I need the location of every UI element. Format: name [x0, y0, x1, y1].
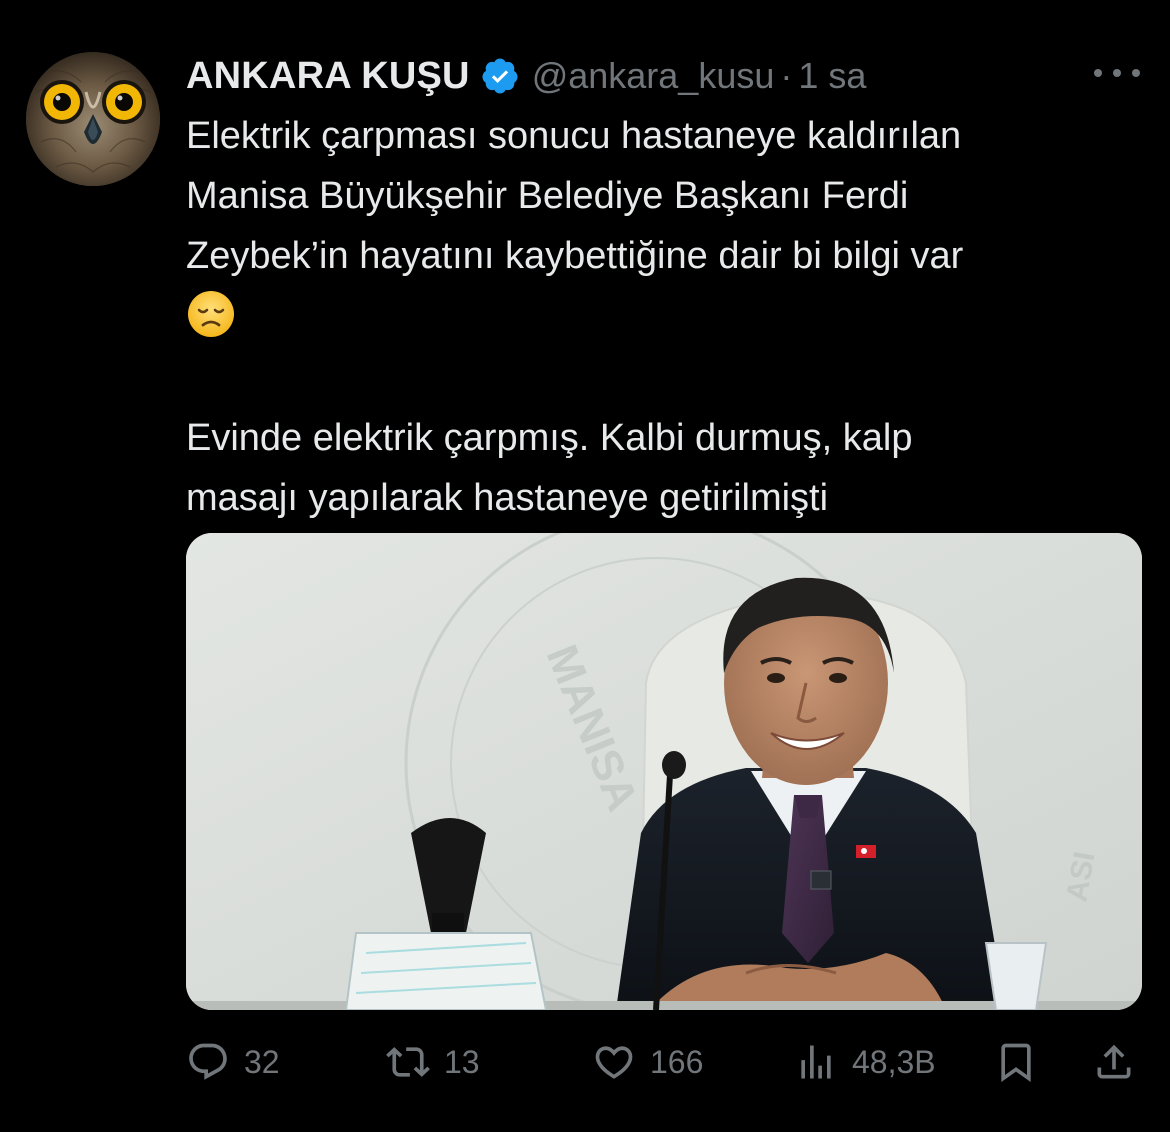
more-dot [1132, 69, 1140, 77]
tweet-actions-bar: 32 13 166 48,3B [186, 1034, 1142, 1090]
like-count: 166 [650, 1043, 704, 1080]
repost-button[interactable]: 13 [386, 1034, 480, 1090]
more-dot [1113, 69, 1121, 77]
views-button[interactable]: 48,3B [794, 1034, 936, 1090]
tweet-text-line: masajı yapılarak hastaneye getirilmişti [186, 477, 829, 519]
more-options-button[interactable] [1094, 60, 1140, 86]
tweet-text-line: Manisa Büyükşehir Belediye Başkanı Ferdi [186, 175, 909, 217]
bookmark-button[interactable] [994, 1034, 1038, 1090]
tweet-text: Elektrik çarpması sonucu hastaneye kaldı… [186, 106, 1146, 528]
share-button[interactable] [1092, 1034, 1136, 1090]
time-separator: · [780, 55, 793, 96]
views-count: 48,3B [852, 1043, 936, 1080]
tweet-header: ANKARA KUŞU @ankara_kusu · 1 sa [186, 48, 866, 104]
tweet-text-line: Elektrik çarpması sonucu hastaneye kaldı… [186, 115, 962, 157]
verified-badge-icon[interactable] [480, 56, 520, 96]
tweet-text-line: Zeybek’in hayatını kaybettiğine dair bi … [186, 235, 964, 277]
more-dot [1094, 69, 1102, 77]
reply-button[interactable]: 32 [186, 1034, 280, 1090]
repost-count: 13 [444, 1043, 480, 1080]
repost-icon [386, 1047, 430, 1077]
tweet-text-line: Evinde elektrik çarpmış. Kalbi durmuş, k… [186, 417, 913, 459]
owl-avatar-icon [26, 52, 160, 186]
views-icon [801, 1045, 831, 1079]
tweet-timestamp[interactable]: 1 sa [798, 55, 866, 97]
heart-icon [595, 1046, 633, 1079]
like-button[interactable]: 166 [592, 1034, 703, 1090]
author-handle[interactable]: @ankara_kusu [532, 55, 775, 97]
tweet[interactable]: ANKARA KUŞU @ankara_kusu · 1 sa Elektrik… [0, 0, 1170, 1132]
reply-count: 32 [244, 1043, 280, 1080]
author-avatar[interactable] [26, 52, 160, 186]
bookmark-icon [1001, 1043, 1031, 1083]
author-display-name[interactable]: ANKARA KUŞU [186, 55, 470, 98]
share-icon [1097, 1044, 1131, 1079]
reply-icon [189, 1043, 227, 1080]
disappointed-face-icon [186, 289, 236, 339]
tweet-media-photo[interactable]: MANISA ASI [186, 533, 1142, 1010]
disappointed-emoji-line: 😞 [186, 286, 1146, 346]
